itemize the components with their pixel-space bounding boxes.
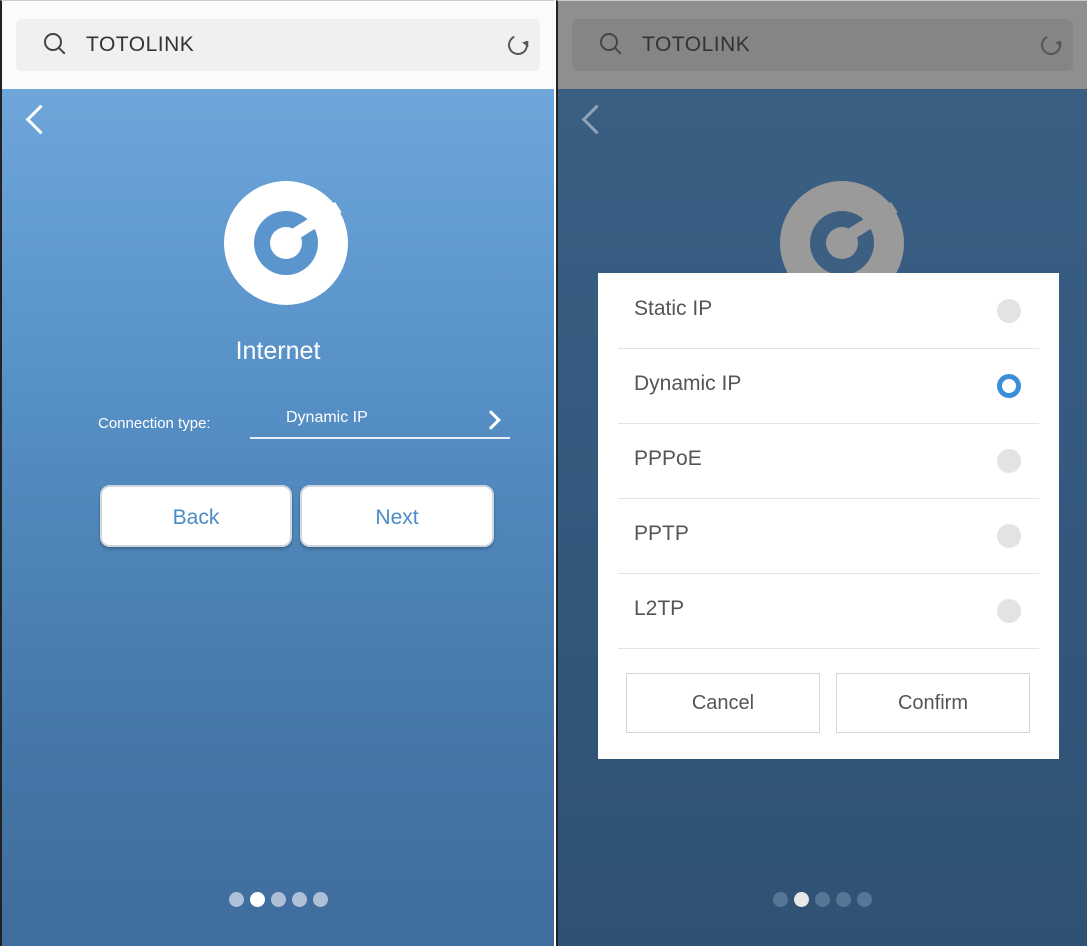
connection-type-label: Connection type:	[98, 415, 211, 432]
option-label: PPTP	[634, 522, 689, 545]
search-bar[interactable]: TOTOLINK	[16, 19, 540, 71]
page-dot	[270, 892, 286, 907]
radio-button[interactable]	[997, 299, 1021, 323]
page-dot	[291, 892, 307, 907]
option-label: Static IP	[634, 297, 713, 320]
page-dot	[773, 892, 788, 907]
option-pptp[interactable]: PPTP	[618, 498, 1039, 574]
search-text: TOTOLINK	[642, 33, 751, 56]
connection-type-value: Dynamic IP	[286, 409, 368, 426]
page-dot	[228, 892, 244, 907]
wizard-screen-internet: TOTOLINK Internet Connection type: Dynam…	[0, 0, 554, 946]
wizard-content: Internet Connection type: Dynamic IP Bac…	[2, 89, 554, 946]
radio-button[interactable]	[997, 449, 1021, 473]
search-bar[interactable]: TOTOLINK	[572, 19, 1073, 71]
radio-button[interactable]	[997, 524, 1021, 548]
radio-button[interactable]	[997, 599, 1021, 623]
back-button[interactable]: Back	[100, 485, 292, 547]
option-l2tp[interactable]: L2TP	[618, 573, 1039, 649]
page-dot	[857, 892, 872, 907]
browser-top-bar: TOTOLINK	[558, 1, 1087, 89]
page-dot	[312, 892, 328, 907]
connection-type-dialog-screen: TOTOLINK Static IP Dynamic IP PPPoE PPTP…	[556, 0, 1087, 946]
cancel-button[interactable]: Cancel	[626, 673, 820, 733]
option-static-ip[interactable]: Static IP	[618, 273, 1039, 349]
option-label: Dynamic IP	[634, 372, 742, 395]
connection-type-select[interactable]: Dynamic IP	[250, 409, 510, 439]
page-indicator	[558, 892, 1087, 912]
page-dot	[836, 892, 851, 907]
back-chevron-icon[interactable]	[25, 104, 56, 135]
page-dot	[794, 892, 809, 907]
confirm-button[interactable]: Confirm	[836, 673, 1030, 733]
reload-icon[interactable]	[1038, 32, 1064, 58]
option-label: PPPoE	[634, 447, 702, 470]
option-pppoe[interactable]: PPPoE	[618, 423, 1039, 499]
search-icon	[600, 33, 618, 51]
page-dot	[815, 892, 830, 907]
option-dynamic-ip[interactable]: Dynamic IP	[618, 348, 1039, 424]
page-dot	[249, 892, 265, 907]
chevron-right-icon	[481, 410, 501, 430]
totolink-logo-icon	[224, 181, 348, 305]
browser-top-bar: TOTOLINK	[2, 1, 554, 89]
next-button[interactable]: Next	[300, 485, 494, 547]
page-indicator	[2, 892, 554, 912]
connection-type-dialog: Static IP Dynamic IP PPPoE PPTP L2TP Can…	[598, 273, 1059, 759]
radio-button-selected[interactable]	[997, 374, 1021, 398]
option-label: L2TP	[634, 597, 685, 620]
page-title: Internet	[235, 337, 321, 365]
search-text: TOTOLINK	[86, 33, 195, 56]
search-icon	[44, 33, 62, 51]
reload-icon[interactable]	[505, 32, 531, 58]
back-chevron-icon[interactable]	[581, 104, 612, 135]
